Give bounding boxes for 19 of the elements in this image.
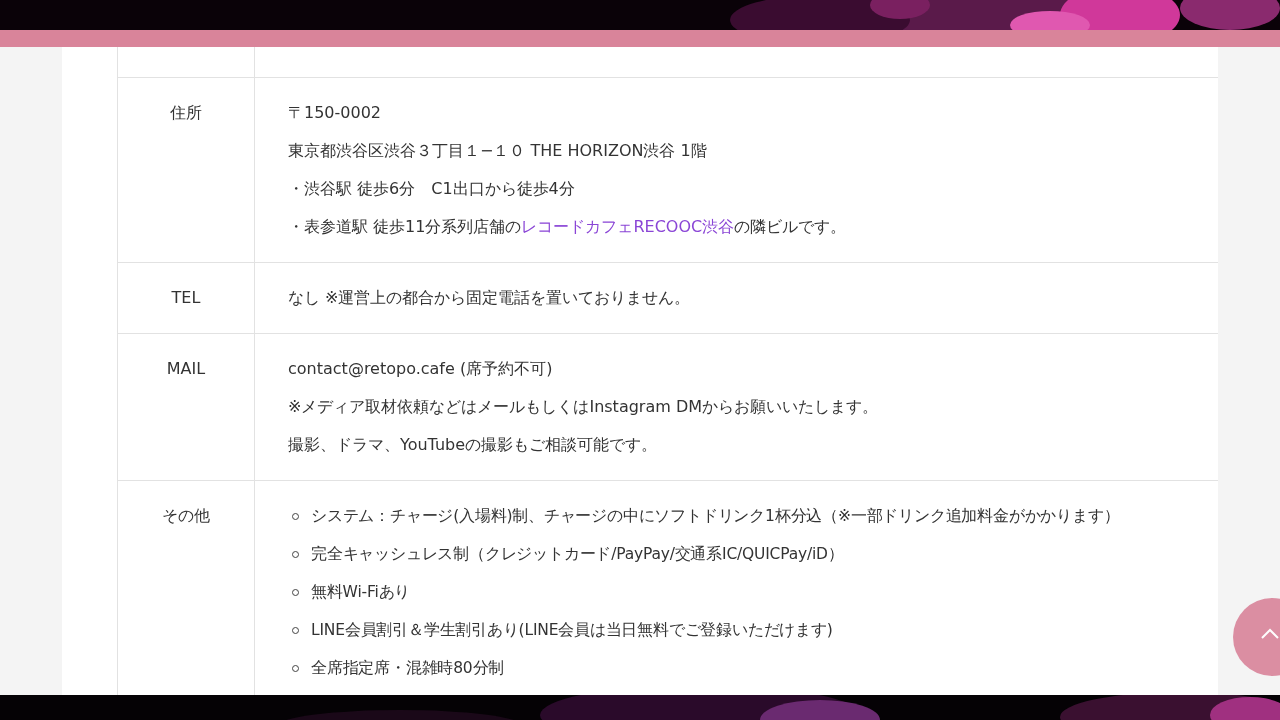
chevron-up-icon — [1261, 628, 1279, 639]
list-item-text: 無料Wi-Fiあり — [311, 582, 411, 603]
address-text: contact@retopo.cafe (席予約不可) — [288, 358, 554, 380]
list-item-text: LINE会員割引＆学生割引あり(LINE会員は当日無料でご登録いただけます) — [311, 620, 833, 641]
address-text: 〒150-0002 — [288, 102, 383, 124]
list-item-text: システム：チャージ(入場料)制、チャージの中にソフトドリンク1杯分込（※一部ドリンク追加料金がかかります） — [311, 506, 1120, 527]
address-text: ・表参道駅 徒歩11分系列店舗のレコードカフェRECOOC渋谷の隣ビルです。 — [288, 216, 848, 238]
address-text: ・渋谷駅 徒歩6分 C1出口から徒歩4分 — [288, 178, 576, 200]
row-label: その他 — [162, 506, 210, 525]
row-label: 住所 — [170, 103, 202, 122]
list-item-text: 全席指定席・混雑時80分制 — [311, 658, 505, 679]
address-text: 東京都渋谷区渋谷３丁目１−１０ THE HORIZON渋谷 1階 — [288, 140, 708, 162]
list-item-text: 完全キャッシュレス制（クレジットカード/PayPay/交通系IC/QUICPay/iD） — [311, 544, 844, 565]
row-label: TEL — [171, 288, 201, 307]
row-label: MAIL — [166, 359, 206, 378]
address-text: なし ※運営上の都合から固定電話を置いておりません。 — [288, 287, 692, 309]
address-text: 撮影、ドラマ、YouTubeの撮影もご相談可能です。 — [288, 434, 659, 456]
address-text: ※メディア取材依頼などはメールもしくはInstagram DMからお願いいたします。 — [288, 396, 879, 418]
shop-link[interactable]: レコードカフェRECOOC渋谷 — [521, 217, 735, 236]
